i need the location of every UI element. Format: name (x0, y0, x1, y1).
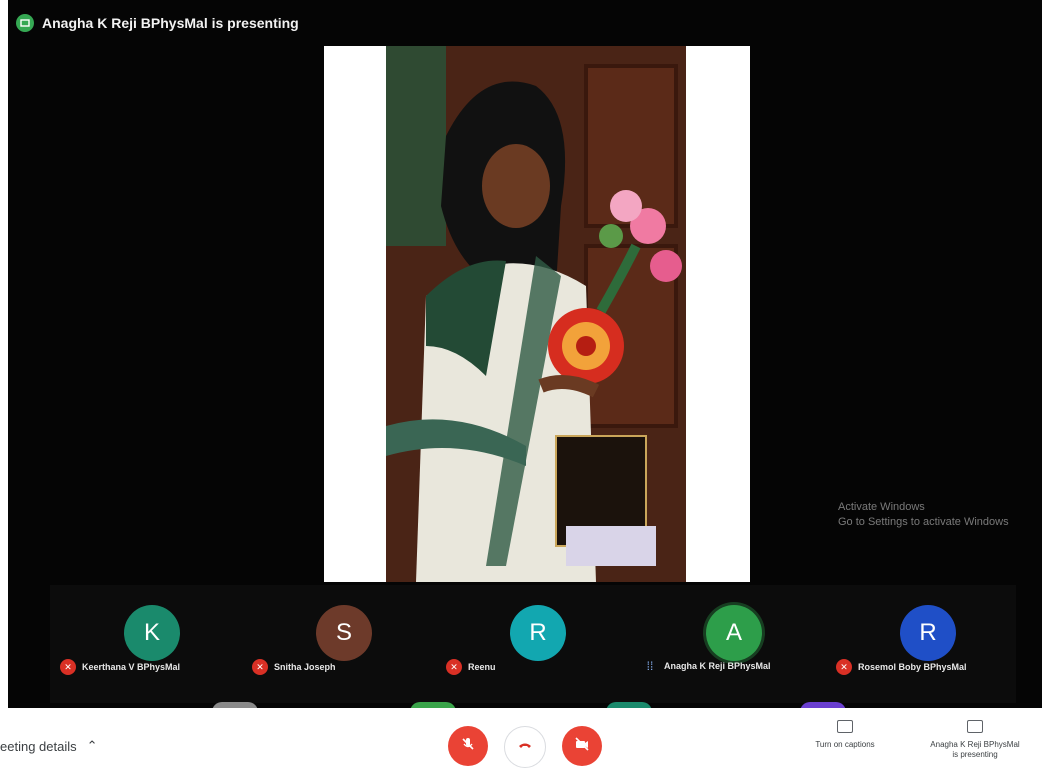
speaking-indicator-icon: ⁞⁞ (646, 659, 654, 673)
chevron-up-icon: ⌃ (86, 738, 98, 753)
mic-off-icon (460, 736, 476, 756)
camera-toggle-button[interactable] (562, 726, 602, 766)
watermark-title: Activate Windows (838, 501, 925, 513)
participant-tile[interactable]: S ✕ Snitha Joseph (252, 605, 442, 685)
shared-slide (324, 46, 750, 582)
presenter-banner-text: Anagha K Reji BPhysMal is presenting (42, 15, 299, 31)
mic-off-icon: ✕ (60, 659, 76, 675)
mic-off-icon: ✕ (836, 659, 852, 675)
participant-name: Rosemol Boby BPhysMal (858, 662, 967, 672)
avatar: K (124, 605, 180, 661)
participant-tile[interactable]: R ✕ Rosemol Boby BPhysMal (836, 605, 1026, 685)
avatar: A (706, 605, 762, 661)
avatar: S (316, 605, 372, 661)
participant-tile[interactable]: R ✕ Reenu (446, 605, 636, 685)
leave-call-button[interactable] (504, 726, 546, 768)
camera-off-icon (574, 736, 590, 756)
activate-windows-watermark: Activate Windows Go to Settings to activ… (838, 500, 1009, 530)
participant-tile[interactable]: A ⁞⁞ Anagha K Reji BPhysMal (642, 605, 832, 685)
presenting-label-line1: Anagha K Reji BPhysMal (930, 740, 1020, 749)
meeting-details-label: eeting details (0, 738, 77, 754)
present-screen-icon (967, 720, 983, 733)
mic-off-icon: ✕ (446, 659, 462, 675)
presenting-label-line2: is presenting (952, 750, 998, 759)
avatar: R (900, 605, 956, 661)
avatar: R (510, 605, 566, 661)
presenting-indicator-icon (16, 14, 34, 32)
participant-name: Snitha Joseph (274, 662, 336, 672)
participant-name: Keerthana V BPhysMal (82, 662, 181, 672)
shared-photo (386, 46, 686, 582)
captions-label: Turn on captions (815, 740, 875, 749)
mic-off-icon: ✕ (252, 659, 268, 675)
presenting-button[interactable]: Anagha K Reji BPhysMal is presenting (920, 720, 1030, 760)
presentation-stage: Anagha K Reji BPhysMal is presenting Act… (0, 0, 1042, 708)
captions-button[interactable]: Turn on captions (790, 720, 900, 750)
participant-strip: K ✕ Keerthana V BPhysMal S ✕ Snitha Jose… (50, 585, 1016, 703)
captions-icon (837, 720, 853, 733)
watermark-subtitle: Go to Settings to activate Windows (838, 516, 1009, 528)
phone-hangup-icon (517, 737, 533, 758)
participant-name: Anagha K Reji BPhysMal (664, 661, 771, 671)
participant-name: Reenu (468, 662, 496, 672)
presenter-banner: Anagha K Reji BPhysMal is presenting (16, 14, 299, 32)
participant-tile[interactable]: K ✕ Keerthana V BPhysMal (60, 605, 250, 685)
bottom-toolbar: eeting details ⌃ Turn on captions Anagha… (0, 708, 1042, 768)
microphone-toggle-button[interactable] (448, 726, 488, 766)
meeting-details-button[interactable]: eeting details ⌃ (0, 738, 98, 754)
